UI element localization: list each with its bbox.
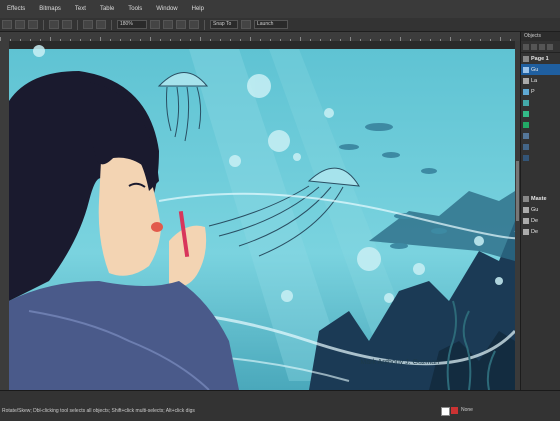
toolbar-divider [204,19,205,30]
rulers-icon[interactable] [163,20,173,29]
page-icon [523,55,529,62]
layer-icon [523,228,529,235]
master-layer-row[interactable]: De [521,226,560,237]
master-label: Maste [531,195,547,202]
redo-icon[interactable] [62,20,72,29]
menu-bar: Effects Bitmaps Text Table Tools Window … [0,0,560,19]
import-icon[interactable] [83,20,93,29]
status-bar: Rotate/Skew; Dbl-clicking tool selects a… [0,390,560,421]
artist-signature: Mark Anthony J. Guzman [360,359,439,366]
master-page-node[interactable]: Maste [521,193,560,204]
menu-tools[interactable]: Tools [121,6,149,12]
menu-effects[interactable]: Effects [0,6,32,12]
page-icon [523,195,529,202]
guides-layer-row[interactable]: Gu [521,64,560,75]
object-row[interactable] [521,130,560,141]
master-layer-row[interactable]: Gu [521,204,560,215]
layer-icon [523,217,529,224]
page-1-node[interactable]: Page 1 [521,53,560,64]
layer-label: P [531,88,535,95]
menu-text[interactable]: Text [68,6,93,12]
layer-row[interactable]: P [521,86,560,97]
snap-to-dropdown[interactable]: Snap To [210,20,238,29]
page-label: Page 1 [531,55,549,62]
toolbar-divider [77,19,78,30]
zoom-level-field[interactable]: 180% [117,20,147,29]
outline-status: None [461,407,473,413]
open-icon[interactable] [15,20,25,29]
panel-title: Objects [521,32,560,41]
layer-icon [523,66,529,73]
object-thumb-icon [523,143,529,150]
layer-icon [523,206,529,213]
menu-table[interactable]: Table [93,6,121,12]
status-hint: Rotate/Skew; Dbl-clicking tool selects a… [2,408,195,414]
group-icon [523,88,529,95]
objects-panel: Objects Page 1 Gu La P Maste Gu De De [520,32,560,390]
new-icon[interactable] [2,20,12,29]
eye-icon[interactable] [523,77,529,84]
object-thumb-icon [523,121,529,128]
object-thumb-icon [523,110,529,117]
save-icon[interactable] [28,20,38,29]
fill-color-swatch[interactable] [441,407,450,416]
grid-icon[interactable] [176,20,186,29]
layer-label: Gu [531,66,539,73]
object-row[interactable] [521,108,560,119]
girl-lips [151,222,163,232]
panel-toolbar [521,41,560,53]
layer-label: De [531,217,539,224]
no-outline-icon[interactable] [451,407,458,414]
menu-bitmaps[interactable]: Bitmaps [32,6,68,12]
object-thumb-icon [523,154,529,161]
panel-options-icon[interactable] [547,43,553,50]
illustration [9,45,515,390]
drawing-canvas[interactable]: Mark Anthony J. Guzman [9,41,515,390]
object-row[interactable] [521,119,560,130]
export-icon[interactable] [96,20,106,29]
options-gear-icon[interactable] [241,20,251,29]
guides-icon[interactable] [189,20,199,29]
layer-label: Gu [531,206,539,213]
delete-layer-icon[interactable] [539,43,545,50]
toolbar-divider [43,19,44,30]
layer-label: La [531,77,538,84]
property-bar: 180% Snap To Launch [0,18,560,32]
layer-label: De [531,228,539,235]
object-thumb-icon [523,132,529,139]
master-layer-row[interactable]: De [521,215,560,226]
object-row[interactable] [521,152,560,163]
full-screen-icon[interactable] [150,20,160,29]
undo-icon[interactable] [49,20,59,29]
scrollbar-thumb[interactable] [516,161,519,221]
object-thumb-icon [523,99,529,106]
object-row[interactable] [521,97,560,108]
launch-dropdown[interactable]: Launch [254,20,288,29]
new-layer-icon[interactable] [523,43,529,50]
menu-window[interactable]: Window [149,6,184,12]
layer-row[interactable]: La [521,75,560,86]
menu-help[interactable]: Help [185,6,211,12]
toolbar-divider [111,19,112,30]
new-master-layer-icon[interactable] [531,43,537,50]
object-row[interactable] [521,141,560,152]
